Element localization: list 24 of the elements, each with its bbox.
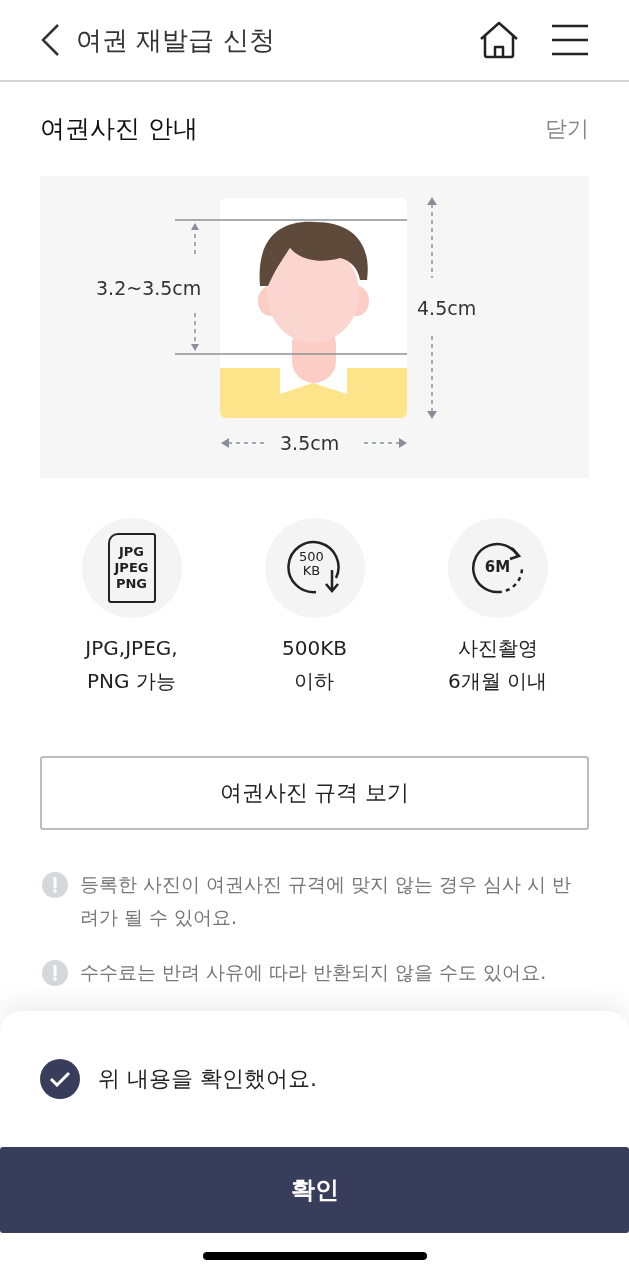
back-icon <box>40 23 60 57</box>
photo-width-label: 3.5cm <box>280 430 340 456</box>
home-button[interactable] <box>479 21 519 59</box>
requirement-label: 사진촬영 6개월 이내 <box>447 634 548 695</box>
agreement-checkbox[interactable]: 위 내용을 확인했어요. <box>40 1058 589 1099</box>
check-icon <box>49 1070 71 1087</box>
menu-icon <box>551 24 589 56</box>
menu-button[interactable] <box>551 24 589 56</box>
face-height-label: 3.2~3.5cm <box>96 275 202 301</box>
requirement-label: JPG,JPEG, PNG 가능 <box>85 634 178 695</box>
warning-icon <box>42 959 68 986</box>
spec-button[interactable]: 여권사진 규격 보기 <box>40 755 589 830</box>
back-button[interactable] <box>40 23 60 57</box>
home-icon <box>479 21 519 59</box>
warning-icon <box>42 871 68 898</box>
close-link[interactable]: 닫기 <box>545 112 589 146</box>
file-formats-icon: JPG JPEG PNG <box>107 532 156 603</box>
page-title: 여권 재발급 신청 <box>76 23 276 57</box>
requirement-label: 500KB 이하 <box>282 634 347 695</box>
note-text: 수수료는 반려 사유에 따라 반환되지 않을 수도 있어요. <box>80 959 547 985</box>
photo-height-label: 4.5cm <box>417 295 477 321</box>
section-title: 여권사진 안내 <box>40 113 198 145</box>
confirm-button[interactable]: 확인 <box>0 1146 629 1233</box>
note-text: 등록한 사진이 여권사진 규격에 맞지 않는 경우 심사 시 반려가 될 수 있어요. <box>80 871 573 930</box>
